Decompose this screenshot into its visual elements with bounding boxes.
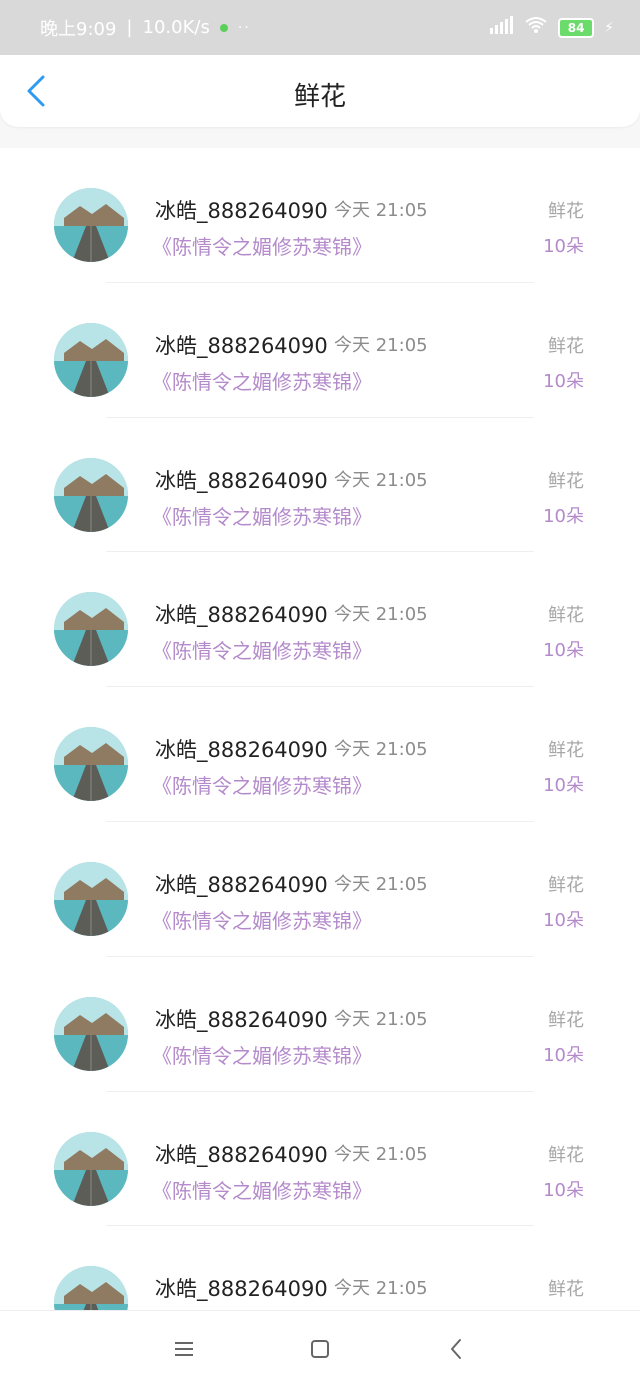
flower-record-list: 冰皓_888264090 今天 21:05 《陈情令之媚修苏寒锦》 鲜花 10朵… bbox=[0, 148, 640, 1310]
list-item[interactable]: 冰皓_888264090 今天 21:05 《陈情令之媚修苏寒锦》 鲜花 10朵 bbox=[0, 283, 640, 418]
avatar bbox=[54, 1131, 128, 1206]
user-name: 冰皓_888264090 bbox=[155, 468, 328, 493]
list-item[interactable]: 冰皓_888264090 今天 21:05 鲜花 bbox=[0, 1226, 640, 1310]
gift-type: 鲜花 bbox=[548, 1144, 584, 1166]
avatar bbox=[54, 322, 128, 397]
timestamp: 今天 21:05 bbox=[334, 334, 428, 356]
list-item[interactable]: 冰皓_888264090 今天 21:05 《陈情令之媚修苏寒锦》 鲜花 10朵 bbox=[0, 957, 640, 1092]
avatar bbox=[54, 861, 128, 936]
timestamp: 今天 21:05 bbox=[334, 200, 428, 221]
page-title: 鲜花 bbox=[293, 82, 346, 112]
avatar bbox=[54, 592, 128, 667]
more-dots: ·· bbox=[237, 19, 251, 36]
timestamp: 今天 21:05 bbox=[334, 1143, 428, 1165]
wifi-icon bbox=[524, 16, 548, 39]
status-separator: | bbox=[126, 17, 133, 38]
status-right: 84 ⚡ bbox=[488, 16, 614, 39]
gift-count: 10朵 bbox=[543, 370, 584, 392]
gift-count: 10朵 bbox=[543, 505, 584, 527]
gift-count: 10朵 bbox=[543, 1179, 584, 1201]
list-item[interactable]: 冰皓_888264090 今天 21:05 《陈情令之媚修苏寒锦》 鲜花 10朵 bbox=[0, 822, 640, 957]
user-name: 冰皓_888264090 bbox=[155, 1277, 328, 1302]
book-title[interactable]: 《陈情令之媚修苏寒锦》 bbox=[152, 905, 372, 934]
charging-icon: ⚡ bbox=[604, 19, 614, 36]
gift-type: 鲜花 bbox=[548, 335, 584, 357]
avatar bbox=[54, 727, 128, 802]
menu-icon[interactable] bbox=[170, 1335, 198, 1363]
book-title[interactable]: 《陈情令之媚修苏寒锦》 bbox=[152, 501, 372, 530]
book-title[interactable]: 《陈情令之媚修苏寒锦》 bbox=[152, 1175, 372, 1204]
user-name: 冰皓_888264090 bbox=[155, 872, 328, 897]
list-item[interactable]: 冰皓_888264090 今天 21:05 《陈情令之媚修苏寒锦》 鲜花 10朵 bbox=[0, 148, 640, 283]
user-name: 冰皓_888264090 bbox=[155, 333, 328, 358]
user-name: 冰皓_888264090 bbox=[155, 1007, 328, 1032]
avatar bbox=[54, 457, 128, 532]
gift-count: 10朵 bbox=[543, 909, 584, 931]
signal-icon bbox=[488, 16, 514, 39]
book-title[interactable]: 《陈情令之媚修苏寒锦》 bbox=[152, 366, 372, 395]
gift-count: 10朵 bbox=[543, 236, 584, 257]
gift-count: 10朵 bbox=[543, 640, 584, 662]
list-item[interactable]: 冰皓_888264090 今天 21:05 《陈情令之媚修苏寒锦》 鲜花 10朵 bbox=[0, 552, 640, 688]
gift-count: 10朵 bbox=[543, 1044, 584, 1066]
book-title[interactable]: 《陈情令之媚修苏寒锦》 bbox=[152, 635, 372, 664]
user-name: 冰皓_888264090 bbox=[155, 199, 328, 223]
book-title[interactable]: 《陈情令之媚修苏寒锦》 bbox=[152, 1040, 372, 1069]
gift-type: 鲜花 bbox=[548, 605, 584, 627]
system-navigation-bar bbox=[0, 1310, 640, 1387]
gift-type: 鲜花 bbox=[548, 1279, 584, 1301]
user-name: 冰皓_888264090 bbox=[155, 603, 328, 628]
book-title[interactable]: 《陈情令之媚修苏寒锦》 bbox=[152, 770, 372, 799]
home-square-icon[interactable] bbox=[306, 1335, 334, 1363]
list-item[interactable]: 冰皓_888264090 今天 21:05 《陈情令之媚修苏寒锦》 鲜花 10朵 bbox=[0, 418, 640, 553]
gift-type: 鲜花 bbox=[548, 874, 584, 896]
status-left: 晚上9:09 | 10.0K/s ·· bbox=[40, 15, 251, 41]
gift-type: 鲜花 bbox=[548, 201, 584, 222]
avatar bbox=[54, 188, 128, 262]
gift-type: 鲜花 bbox=[548, 1009, 584, 1031]
list-item[interactable]: 冰皓_888264090 今天 21:05 《陈情令之媚修苏寒锦》 鲜花 10朵 bbox=[0, 1092, 640, 1227]
green-dot-icon bbox=[219, 23, 228, 32]
battery-indicator: 84 bbox=[558, 17, 595, 38]
timestamp: 今天 21:05 bbox=[334, 469, 428, 491]
list-item[interactable]: 冰皓_888264090 今天 21:05 《陈情令之媚修苏寒锦》 鲜花 10朵 bbox=[0, 687, 640, 822]
timestamp: 今天 21:05 bbox=[334, 604, 428, 626]
status-time: 晚上9:09 bbox=[40, 18, 117, 40]
gift-count: 10朵 bbox=[543, 775, 584, 797]
header: 鲜花 bbox=[0, 55, 640, 127]
timestamp: 今天 21:05 bbox=[334, 873, 428, 895]
nav-back-icon[interactable] bbox=[442, 1335, 470, 1363]
network-speed: 10.0K/s bbox=[142, 17, 210, 38]
timestamp: 今天 21:05 bbox=[334, 1278, 428, 1300]
timestamp: 今天 21:05 bbox=[334, 1008, 428, 1030]
user-name: 冰皓_888264090 bbox=[155, 1142, 328, 1167]
status-bar: 晚上9:09 | 10.0K/s ·· 84 ⚡ bbox=[0, 0, 640, 55]
book-title[interactable]: 《陈情令之媚修苏寒锦》 bbox=[152, 231, 372, 260]
timestamp: 今天 21:05 bbox=[334, 739, 428, 761]
gift-type: 鲜花 bbox=[548, 470, 584, 492]
user-name: 冰皓_888264090 bbox=[155, 738, 328, 763]
avatar bbox=[54, 996, 128, 1071]
avatar bbox=[54, 1266, 128, 1310]
gift-type: 鲜花 bbox=[548, 740, 584, 762]
